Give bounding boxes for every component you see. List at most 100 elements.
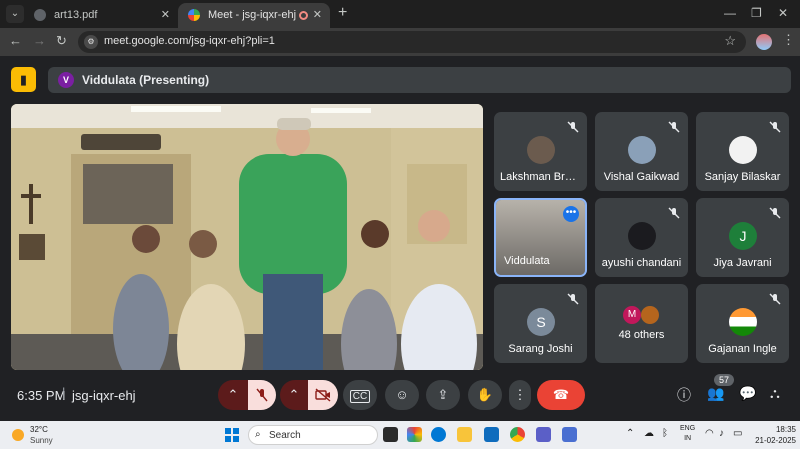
- camera-off-icon: [315, 388, 331, 402]
- participant-tile[interactable]: Vishal Gaikwad: [595, 112, 688, 191]
- browser-menu-icon[interactable]: ⋮: [782, 32, 795, 48]
- mic-off-icon: [769, 207, 781, 219]
- window-close-icon[interactable]: ✕: [778, 6, 788, 20]
- presenter-avatar: V: [58, 72, 74, 88]
- volume-icon[interactable]: ♪: [719, 428, 724, 439]
- language-indicator[interactable]: ENG IN: [680, 424, 695, 444]
- mic-toggle-button[interactable]: [248, 380, 276, 410]
- globe-icon: [34, 9, 46, 21]
- avatar: [628, 222, 656, 250]
- outlook-icon[interactable]: [484, 427, 499, 442]
- weather-temperature[interactable]: 32°C: [30, 425, 48, 434]
- new-tab-button[interactable]: +: [338, 4, 347, 22]
- tab-label: Meet - jsg-iqxr-ehj: [208, 9, 297, 21]
- presentation-video[interactable]: [11, 104, 483, 370]
- avatar: [729, 136, 757, 164]
- divider: |: [62, 385, 66, 400]
- flag-avatar: [729, 308, 757, 336]
- meeting-code: jsg-iqxr-ehj: [72, 388, 136, 403]
- weather-condition[interactable]: Sunny: [30, 436, 53, 445]
- meeting-time: 6:35 PM: [17, 388, 66, 403]
- minimize-icon[interactable]: —: [724, 6, 736, 20]
- task-view-icon[interactable]: [383, 427, 398, 442]
- participant-name: Gajanan Ingle: [708, 343, 777, 355]
- url-text[interactable]: meet.google.com/jsg-iqxr-ehj?pli=1: [104, 35, 275, 47]
- participant-name: Jiya Javrani: [713, 257, 772, 269]
- tab-pdf[interactable]: art13.pdf ✕: [24, 3, 178, 28]
- mic-off-icon: [567, 121, 579, 133]
- sun-icon[interactable]: [12, 429, 24, 441]
- browser-tab-strip: ⌄ art13.pdf ✕ Meet - jsg-iqxr-ehj ✕ + — …: [0, 0, 800, 28]
- back-icon[interactable]: ←: [9, 33, 22, 48]
- browser-toolbar: ← → ↻ ⚙ meet.google.com/jsg-iqxr-ehj?pli…: [0, 28, 800, 56]
- participant-tile-active[interactable]: ••• Viddulata: [494, 198, 587, 277]
- captions-button[interactable]: CC: [343, 380, 377, 410]
- battery-icon[interactable]: ▭: [733, 428, 742, 439]
- participant-tile[interactable]: J Jiya Javrani: [696, 198, 789, 277]
- chat-icon[interactable]: 💬: [739, 385, 756, 402]
- participant-name: Lakshman Brah…: [500, 171, 587, 183]
- participant-tile[interactable]: S Sarang Joshi: [494, 284, 587, 363]
- bookmark-star-icon[interactable]: ☆: [724, 33, 736, 49]
- raise-hand-button[interactable]: ✋: [468, 380, 502, 410]
- info-icon[interactable]: ⓘ: [677, 385, 691, 405]
- avatar: J: [729, 222, 757, 250]
- participant-name: Vishal Gaikwad: [603, 171, 680, 183]
- lang-bottom: IN: [684, 435, 692, 442]
- windows-taskbar: 32°C Sunny ⌕ Search ⌃ ☁ ᛒ ENG IN ◠ ♪ ▭ 1…: [0, 421, 800, 449]
- tab-label: art13.pdf: [54, 9, 98, 21]
- wifi-icon[interactable]: ◠: [705, 428, 714, 439]
- clock[interactable]: 18:35 21-02-2025: [752, 424, 796, 446]
- activities-icon[interactable]: ⛬: [770, 385, 780, 402]
- chrome-icon[interactable]: [510, 427, 525, 442]
- reload-icon[interactable]: ↻: [56, 33, 67, 49]
- camera-toggle-button[interactable]: [308, 380, 338, 410]
- present-screen-icon: ⇪: [437, 387, 449, 402]
- meet-favicon-icon: [188, 9, 200, 21]
- address-bar[interactable]: ⚙ meet.google.com/jsg-iqxr-ehj?pli=1 ☆: [78, 31, 746, 53]
- profile-avatar[interactable]: [756, 34, 772, 50]
- others-tile[interactable]: M 48 others: [595, 284, 688, 363]
- taskbar-search[interactable]: ⌕ Search: [248, 425, 378, 445]
- edge-icon[interactable]: [431, 427, 446, 442]
- mic-off-icon: [567, 293, 579, 305]
- video-options-button[interactable]: ⌃: [280, 380, 308, 410]
- audio-options-button[interactable]: ⌃: [218, 380, 248, 410]
- participant-tile[interactable]: Gajanan Ingle: [696, 284, 789, 363]
- meet-sidebar-icon[interactable]: ▮: [11, 67, 36, 92]
- present-button[interactable]: ⇪: [426, 380, 460, 410]
- restore-icon[interactable]: ❐: [751, 6, 762, 20]
- site-info-icon[interactable]: ⚙: [84, 35, 98, 49]
- people-icon[interactable]: 👥: [707, 385, 724, 402]
- tab-meet[interactable]: Meet - jsg-iqxr-ehj ✕: [178, 3, 330, 28]
- file-explorer-icon[interactable]: [457, 427, 472, 442]
- presentation-scene: [11, 104, 483, 370]
- participant-tile[interactable]: Lakshman Brah…: [494, 112, 587, 191]
- taskbar-time: 18:35: [775, 425, 796, 434]
- captions-icon: CC: [349, 390, 371, 403]
- forward-icon[interactable]: →: [33, 33, 46, 48]
- recording-icon: [299, 11, 308, 20]
- chevron-up-icon[interactable]: ⌃: [626, 428, 634, 439]
- more-options-icon[interactable]: •••: [563, 206, 579, 222]
- bluetooth-icon[interactable]: ᛒ: [662, 428, 668, 439]
- cloud-icon[interactable]: ☁: [644, 428, 654, 439]
- copilot-icon[interactable]: [407, 427, 422, 442]
- more-vert-icon: ⋮: [513, 387, 527, 402]
- close-icon[interactable]: ✕: [313, 3, 322, 28]
- more-options-button[interactable]: ⋮: [509, 380, 531, 410]
- search-placeholder: Search: [269, 430, 301, 441]
- mic-off-icon: [769, 121, 781, 133]
- hand-icon: ✋: [476, 387, 494, 402]
- leave-call-button[interactable]: ☎: [537, 380, 585, 410]
- avatar: M: [623, 306, 641, 324]
- start-button[interactable]: [225, 428, 239, 442]
- participant-tile[interactable]: ayushi chandani: [595, 198, 688, 277]
- reactions-button[interactable]: ☺: [385, 380, 419, 410]
- teams-icon[interactable]: [536, 427, 551, 442]
- close-icon[interactable]: ✕: [161, 3, 170, 28]
- lang-top: ENG: [680, 425, 696, 432]
- tab-search-button[interactable]: ⌄: [6, 5, 24, 23]
- app-icon[interactable]: [562, 427, 577, 442]
- participant-tile[interactable]: Sanjay Bilaskar: [696, 112, 789, 191]
